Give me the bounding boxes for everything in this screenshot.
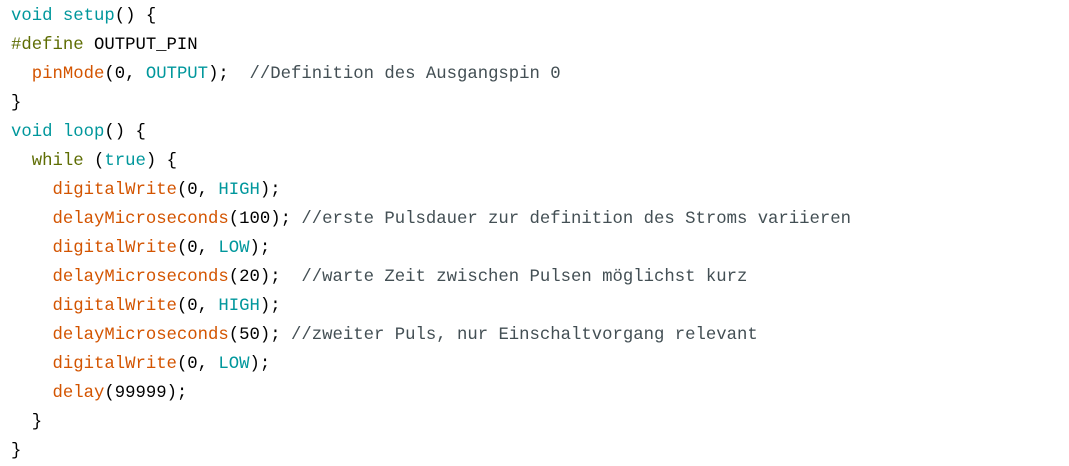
code-line: digitalWrite(0, LOW); xyxy=(11,234,851,263)
code-comment: //erste Pulsdauer zur definition des Str… xyxy=(301,210,852,229)
code-line: delayMicroseconds(20); //warte Zeit zwis… xyxy=(11,263,851,292)
code-line: } xyxy=(11,437,851,466)
code-comment: //warte Zeit zwischen Pulsen möglichst k… xyxy=(301,268,748,287)
code-line: void loop() { xyxy=(11,118,851,147)
code-token: ); xyxy=(259,297,281,316)
code-token: } xyxy=(11,442,22,461)
code-token: digitalWrite xyxy=(52,297,177,316)
code-line: } xyxy=(11,89,851,118)
code-token: OUTPUT_PIN xyxy=(83,36,198,55)
code-token: (20); xyxy=(228,268,302,287)
code-token: HIGH xyxy=(218,181,260,200)
code-comment: //Definition des Ausgangspin 0 xyxy=(249,65,561,84)
code-token: delay xyxy=(52,384,105,403)
code-token: delayMicroseconds xyxy=(52,268,229,287)
code-token: true xyxy=(104,152,146,171)
code-line: digitalWrite(0, HIGH); xyxy=(11,176,851,205)
code-token: HIGH xyxy=(218,297,260,316)
code-token: } xyxy=(11,94,22,113)
code-token: #define xyxy=(11,36,84,55)
code-token: loop xyxy=(62,123,105,142)
code-token: delayMicroseconds xyxy=(52,210,229,229)
code-token: LOW xyxy=(218,355,250,374)
code-token: LOW xyxy=(218,239,250,258)
code-area[interactable]: void setup() {#define OUTPUT_PIN pinMode… xyxy=(11,2,851,466)
code-token: setup xyxy=(62,7,115,26)
code-token: digitalWrite xyxy=(52,355,177,374)
code-line: #define OUTPUT_PIN xyxy=(11,31,851,60)
code-line: void setup() { xyxy=(11,2,851,31)
code-token: ); xyxy=(259,181,281,200)
code-token: ); xyxy=(208,65,250,84)
code-token: } xyxy=(11,413,43,432)
code-token: void xyxy=(11,7,53,26)
code-token: delayMicroseconds xyxy=(52,326,229,345)
code-token: ); xyxy=(249,239,271,258)
code-token: (50); xyxy=(228,326,292,345)
code-line: } xyxy=(11,408,851,437)
code-token: while xyxy=(31,152,84,171)
code-token: digitalWrite xyxy=(52,239,177,258)
code-token: (0, xyxy=(176,297,219,316)
code-token: ( xyxy=(83,152,105,171)
code-token: (99999); xyxy=(104,384,188,403)
code-token: digitalWrite xyxy=(52,181,177,200)
code-token: () { xyxy=(104,123,146,142)
code-line: digitalWrite(0, LOW); xyxy=(11,350,851,379)
code-token: (0, xyxy=(176,239,219,258)
code-token: pinMode xyxy=(31,65,105,84)
code-comment: //zweiter Puls, nur Einschaltvorgang rel… xyxy=(291,326,758,345)
code-line: pinMode(0, OUTPUT); //Definition des Aus… xyxy=(11,60,851,89)
code-token: () { xyxy=(114,7,157,26)
code-editor[interactable]: void setup() {#define OUTPUT_PIN pinMode… xyxy=(0,0,1069,466)
code-line: delay(99999); xyxy=(11,379,851,408)
code-token: (100); xyxy=(228,210,302,229)
code-token: void xyxy=(11,123,53,142)
code-token: (0, xyxy=(176,355,219,374)
code-token: (0, xyxy=(104,65,146,84)
code-token: ) { xyxy=(145,152,177,171)
code-token: ); xyxy=(249,355,271,374)
code-line: while (true) { xyxy=(11,147,851,176)
code-token: (0, xyxy=(176,181,219,200)
code-line: delayMicroseconds(100); //erste Pulsdaue… xyxy=(11,205,851,234)
code-token: OUTPUT xyxy=(145,65,209,84)
code-line: delayMicroseconds(50); //zweiter Puls, n… xyxy=(11,321,851,350)
code-line: digitalWrite(0, HIGH); xyxy=(11,292,851,321)
